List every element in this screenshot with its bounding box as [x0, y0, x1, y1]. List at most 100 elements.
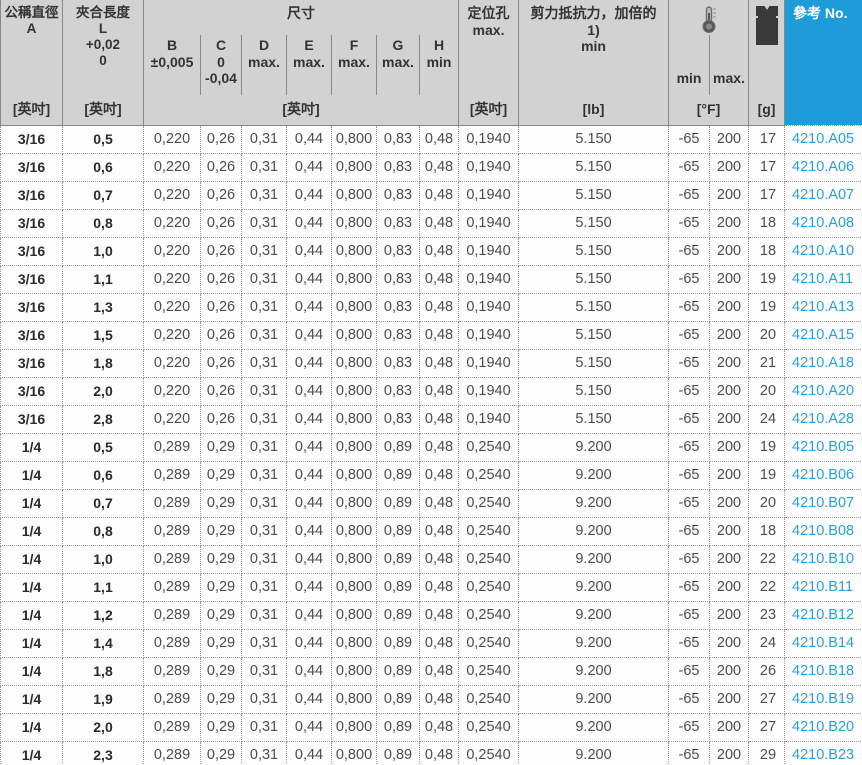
cell-length-l: 2,8 — [62, 404, 144, 434]
cell-dim-g: 0,89 — [376, 712, 420, 742]
cell-shear: 9.200 — [518, 516, 670, 546]
cell-pilot-hole: 0,2540 — [458, 740, 520, 765]
cell-pilot-hole: 0,1940 — [458, 264, 520, 294]
cell-diameter-a: 1/4 — [0, 488, 63, 518]
reference-link[interactable]: 4210.B10 — [792, 551, 854, 567]
cell-dim-g: 0,83 — [376, 320, 420, 350]
table-row: 1/4 2,3 0,289 0,29 0,31 0,44 0,800 0,89 0,48 0,25… — [0, 740, 862, 765]
cell-temp-max: 200 — [709, 264, 750, 294]
cell-dim-f: 0,800 — [331, 740, 377, 765]
reference-link[interactable]: 4210.B08 — [792, 523, 854, 539]
cell-dim-h: 0,48 — [418, 684, 460, 714]
cell-dim-h: 0,48 — [418, 544, 460, 574]
cell-pilot-hole: 0,2540 — [458, 656, 520, 686]
cell-dim-f: 0,800 — [331, 460, 377, 490]
cell-dim-d: 0,31 — [241, 460, 287, 490]
reference-link[interactable]: 4210.B05 — [792, 439, 854, 455]
cell-pilot-hole: 0,2540 — [458, 488, 520, 518]
cell-dim-d: 0,31 — [241, 488, 287, 518]
cell-shear: 5.150 — [518, 292, 670, 322]
cell-shear: 9.200 — [518, 600, 670, 630]
cell-dim-f: 0,800 — [331, 656, 377, 686]
cell-dim-d: 0,31 — [241, 124, 287, 154]
table-row: 3/16 0,6 0,220 0,26 0,31 0,44 0,800 0,83 0,48 0,1… — [0, 152, 862, 182]
reference-link[interactable]: 4210.B12 — [792, 607, 854, 623]
cell-weight: 24 — [748, 404, 786, 434]
table-row: 1/4 1,4 0,289 0,29 0,31 0,44 0,800 0,89 0,48 0,25… — [0, 628, 862, 658]
cell-diameter-a: 1/4 — [0, 740, 63, 765]
cell-dim-b: 0,289 — [143, 460, 201, 490]
cell-reference: 4210.B08 — [784, 516, 862, 546]
reference-link[interactable]: 4210.A20 — [792, 383, 854, 399]
cell-dim-f: 0,800 — [331, 348, 377, 378]
reference-link[interactable]: 4210.A06 — [792, 159, 854, 175]
cell-dim-e: 0,44 — [286, 264, 332, 294]
cell-reference: 4210.A08 — [784, 208, 862, 238]
weight-icon — [753, 5, 781, 47]
cell-diameter-a: 3/16 — [0, 124, 63, 154]
cell-dim-f: 0,800 — [331, 292, 377, 322]
cell-pilot-hole: 0,1940 — [458, 292, 520, 322]
cell-dim-c: 0,26 — [200, 264, 242, 294]
cell-diameter-a: 1/4 — [0, 684, 63, 714]
cell-temp-min: -65 — [668, 376, 711, 406]
cell-diameter-a: 1/4 — [0, 656, 63, 686]
header-nominal-diameter: 公稱直徑 A — [0, 0, 63, 95]
cell-dim-e: 0,44 — [286, 124, 332, 154]
cell-dim-d: 0,31 — [241, 376, 287, 406]
cell-weight: 20 — [748, 320, 786, 350]
cell-length-l: 0,6 — [62, 460, 144, 490]
table-row: 3/16 1,0 0,220 0,26 0,31 0,44 0,800 0,83 0,48 0,1… — [0, 236, 862, 266]
reference-link[interactable]: 4210.B19 — [792, 691, 854, 707]
cell-shear: 5.150 — [518, 320, 670, 350]
cell-reference: 4210.B12 — [784, 600, 862, 630]
cell-temp-min: -65 — [668, 292, 711, 322]
cell-diameter-a: 1/4 — [0, 516, 63, 546]
table-row: 1/4 0,5 0,289 0,29 0,31 0,44 0,800 0,89 0,48 0,25… — [0, 432, 862, 462]
cell-weight: 22 — [748, 544, 786, 574]
reference-link[interactable]: 4210.B07 — [792, 495, 854, 511]
reference-link[interactable]: 4210.A08 — [792, 215, 854, 231]
cell-length-l: 2,3 — [62, 740, 144, 765]
cell-length-l: 1,1 — [62, 264, 144, 294]
reference-link[interactable]: 4210.B06 — [792, 467, 854, 483]
cell-reference: 4210.B11 — [784, 572, 862, 602]
header-temperature-group — [668, 0, 750, 35]
reference-link[interactable]: 4210.A18 — [792, 355, 854, 371]
cell-dim-d: 0,31 — [241, 152, 287, 182]
cell-dim-d: 0,31 — [241, 348, 287, 378]
cell-dim-g: 0,83 — [376, 264, 420, 294]
reference-link[interactable]: 4210.B14 — [792, 635, 854, 651]
cell-length-l: 0,7 — [62, 488, 144, 518]
cell-temp-max: 200 — [709, 628, 750, 658]
cell-dim-b: 0,289 — [143, 712, 201, 742]
cell-diameter-a: 3/16 — [0, 404, 63, 434]
reference-link[interactable]: 4210.B11 — [792, 579, 853, 595]
reference-link[interactable]: 4210.B20 — [792, 719, 854, 735]
cell-dim-f: 0,800 — [331, 572, 377, 602]
cell-dim-g: 0,83 — [376, 376, 420, 406]
reference-link[interactable]: 4210.A13 — [792, 299, 854, 315]
cell-dim-c: 0,29 — [200, 712, 242, 742]
header-dim-f: F max. — [331, 35, 377, 95]
reference-link[interactable]: 4210.A07 — [792, 187, 854, 203]
cell-dim-g: 0,83 — [376, 124, 420, 154]
cell-diameter-a: 3/16 — [0, 180, 63, 210]
reference-link[interactable]: 4210.A11 — [792, 271, 853, 287]
reference-link[interactable]: 4210.A15 — [792, 327, 854, 343]
reference-link[interactable]: 4210.B18 — [792, 663, 854, 679]
cell-dim-d: 0,31 — [241, 516, 287, 546]
cell-dim-h: 0,48 — [418, 208, 460, 238]
cell-dim-g: 0,89 — [376, 516, 420, 546]
reference-link[interactable]: 4210.A05 — [792, 131, 854, 147]
cell-dim-e: 0,44 — [286, 180, 332, 210]
cell-temp-min: -65 — [668, 516, 711, 546]
reference-link[interactable]: 4210.B23 — [792, 747, 854, 763]
reference-link[interactable]: 4210.A10 — [792, 243, 854, 259]
table-row: 1/4 0,6 0,289 0,29 0,31 0,44 0,800 0,89 0,48 0,25… — [0, 460, 862, 490]
cell-dim-e: 0,44 — [286, 320, 332, 350]
cell-temp-max: 200 — [709, 292, 750, 322]
cell-reference: 4210.A10 — [784, 236, 862, 266]
reference-link[interactable]: 4210.A28 — [792, 411, 854, 427]
cell-temp-max: 200 — [709, 404, 750, 434]
